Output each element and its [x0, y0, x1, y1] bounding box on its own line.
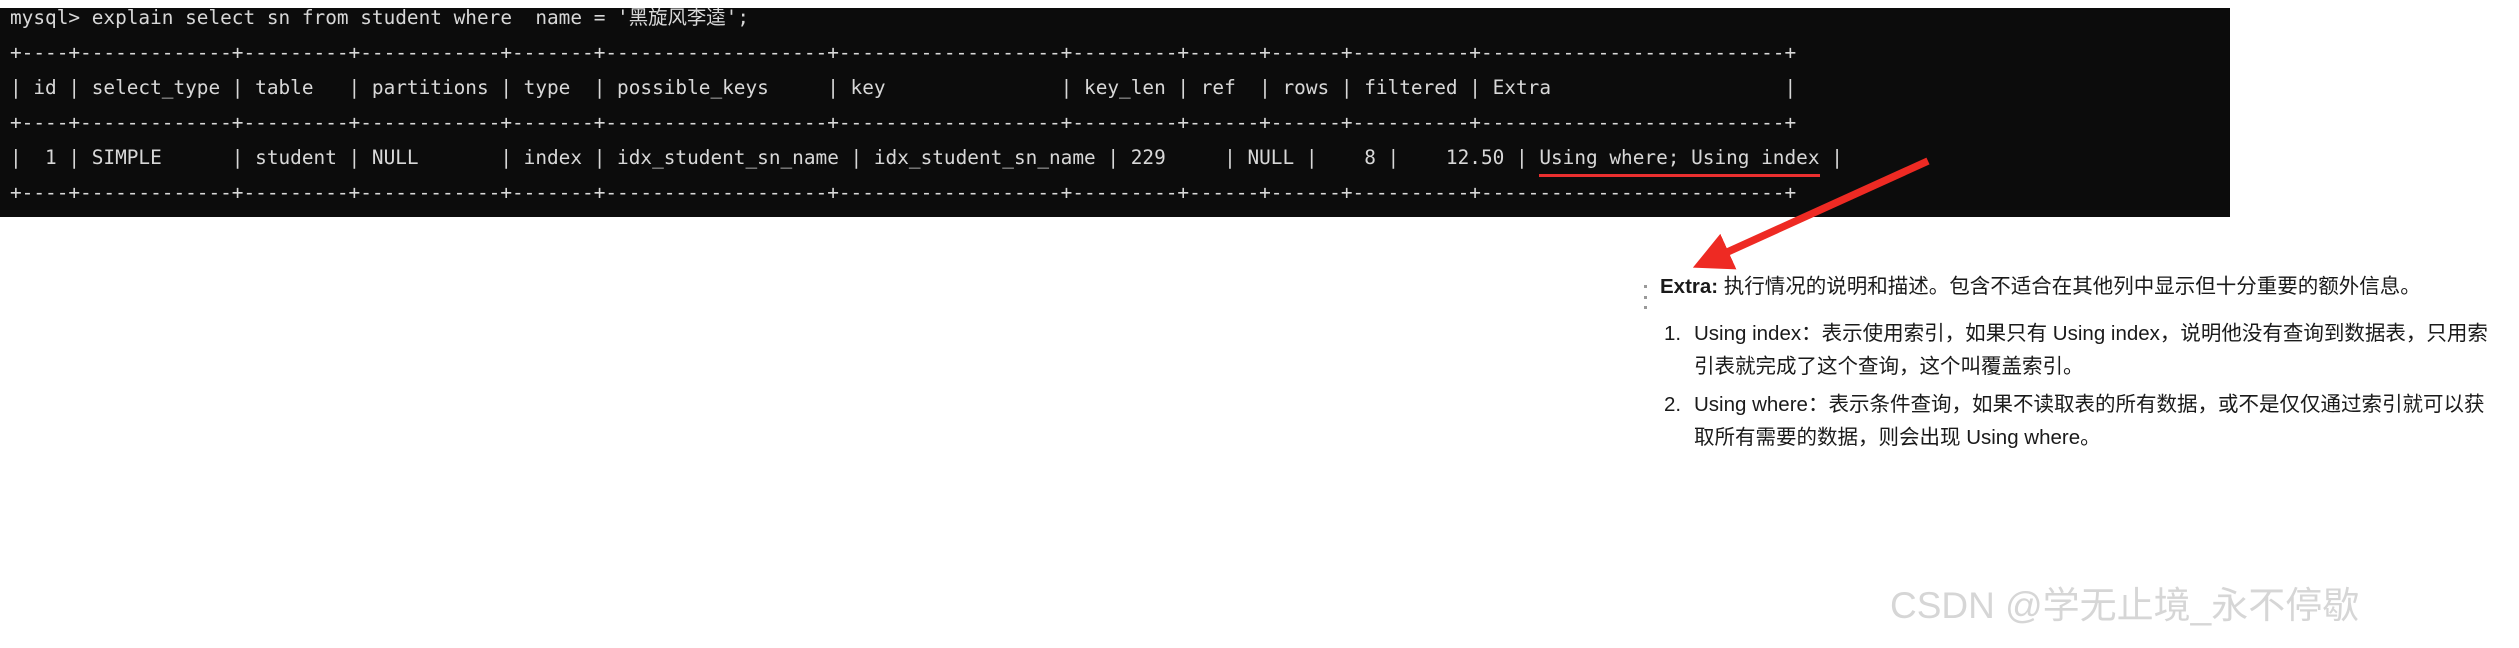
list-item: Using where：表示条件查询，如果不读取表的所有数据，或不是仅仅通过索引…: [1664, 388, 2485, 449]
annotation-intro-text: 执行情况的说明和描述。包含不适合在其他列中显示但十分重要的额外信息。: [1718, 275, 2421, 298]
handle-dot: [1644, 285, 1647, 288]
list-item: Using index：表示使用索引，如果只有 Using index，说明他没…: [1664, 317, 2488, 378]
terminal-header-row: | id | select_type | table | partitions …: [10, 76, 1797, 99]
terminal-row-prefix: | 1 | SIMPLE | student | NULL | index | …: [10, 146, 1540, 169]
annotation-text-block: Extra: 执行情况的说明和描述。包含不适合在其他列中显示但十分重要的额外信息…: [1660, 270, 2500, 459]
list-drag-handle: [1644, 285, 1648, 309]
annotation-intro: Extra: 执行情况的说明和描述。包含不适合在其他列中显示但十分重要的额外信息…: [1660, 270, 2500, 303]
annotation-intro-label: Extra:: [1660, 275, 1719, 298]
terminal-rule-top: +----+-------------+---------+----------…: [10, 41, 1797, 64]
terminal-prompt-line: mysql> explain select sn from student wh…: [10, 8, 750, 29]
terminal-data-row: | 1 | SIMPLE | student | NULL | index | …: [0, 140, 2230, 177]
handle-dot: [1644, 306, 1647, 309]
terminal-rule-bottom: +----+-------------+---------+----------…: [10, 181, 1797, 204]
terminal-status-line: 1 row in set, 1 warning (0.00 sec): [0, 210, 2230, 217]
terminal-row-suffix: |: [1819, 146, 1843, 169]
terminal-rule-mid: +----+-------------+---------+----------…: [10, 111, 1797, 134]
terminal-extra-highlight: Using where; Using index: [1539, 140, 1820, 177]
csdn-watermark: CSDN @学无止境_永不停歇: [1890, 585, 2360, 626]
annotation-notes-list: Using index：表示使用索引，如果只有 Using index，说明他没…: [1660, 317, 2500, 454]
handle-dot: [1644, 295, 1647, 299]
terminal-window: mysql> explain select sn from student wh…: [0, 8, 2230, 217]
